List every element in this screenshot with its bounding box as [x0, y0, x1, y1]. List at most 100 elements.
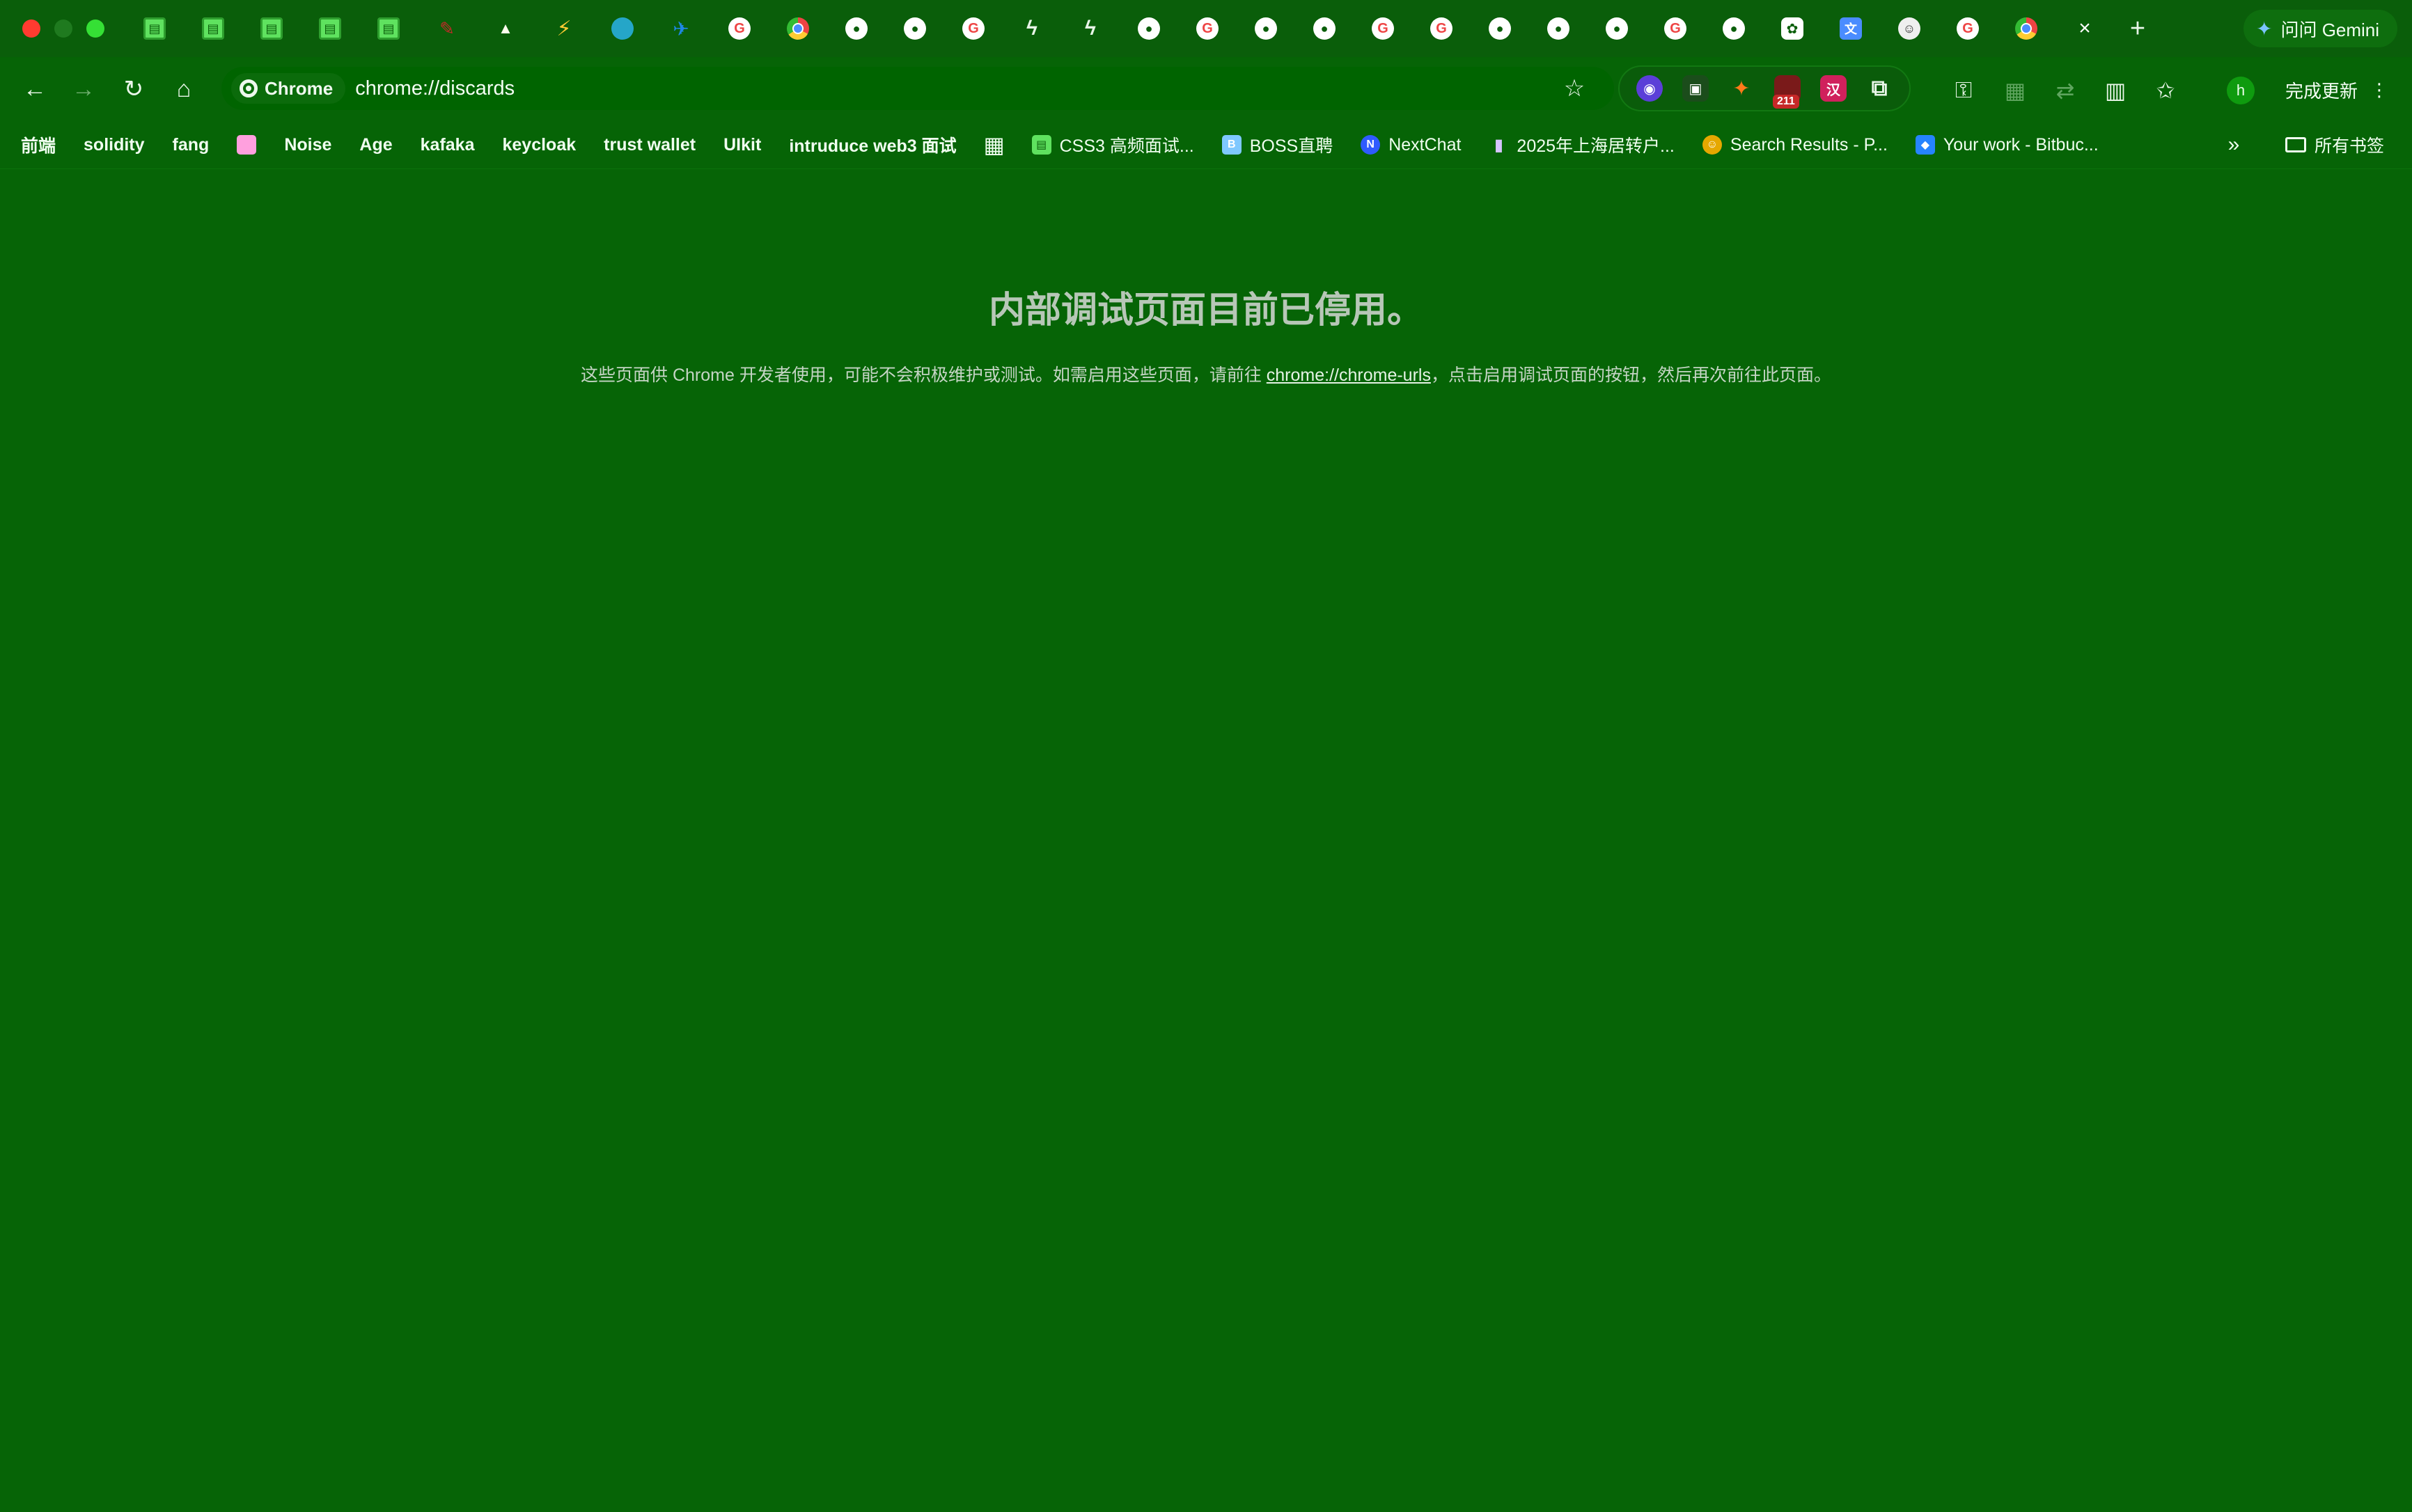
home-button[interactable]: ⌂: [166, 71, 202, 107]
bookmark-star-button[interactable]: ☆: [1554, 68, 1595, 109]
tab-32[interactable]: G: [1939, 13, 1997, 45]
openai-icon: ✿: [1781, 17, 1803, 40]
tab-14[interactable]: ●: [886, 13, 944, 45]
fox-extension-icon[interactable]: ✦: [1728, 75, 1755, 102]
tab-22[interactable]: G: [1354, 13, 1412, 45]
tab-8[interactable]: ⚡: [535, 13, 593, 45]
bookmark-item-7[interactable]: kafaka: [407, 128, 489, 162]
bookmark-item-10[interactable]: UIkit: [710, 128, 775, 162]
github-icon: ●: [1489, 17, 1511, 40]
tab-24[interactable]: ●: [1471, 13, 1529, 45]
tab-20[interactable]: ●: [1237, 13, 1295, 45]
forward-button[interactable]: →: [65, 71, 102, 107]
side-panel-icon[interactable]: ▥: [2096, 71, 2135, 110]
tab-4[interactable]: ▤: [301, 13, 359, 45]
tab-9[interactable]: [593, 13, 652, 45]
bookmark-item-4[interactable]: [223, 128, 270, 162]
tab-13[interactable]: ●: [827, 13, 886, 45]
tab-15[interactable]: G: [944, 13, 1003, 45]
bookmark-label: Noise: [284, 134, 332, 155]
tab-33[interactable]: [1997, 13, 2055, 45]
bookmark-label: 2025年上海居转户...: [1517, 136, 1675, 156]
bookmark-item-12[interactable]: ▦: [971, 128, 1018, 162]
translate-extension-icon[interactable]: 汉: [1820, 75, 1847, 102]
more-menu-icon[interactable]: ⋮: [2370, 79, 2388, 101]
tab-16[interactable]: ϟ: [1003, 13, 1061, 45]
profile-avatar[interactable]: h: [2227, 77, 2255, 104]
google-icon: G: [1430, 17, 1452, 40]
tab-7[interactable]: ▲: [476, 13, 535, 45]
tab-25[interactable]: ●: [1529, 13, 1588, 45]
tab-26[interactable]: ●: [1588, 13, 1646, 45]
bookmark-item-1[interactable]: 前端: [7, 128, 70, 162]
site-info-chip[interactable]: Chrome: [231, 73, 346, 104]
bookmark-item-3[interactable]: fang: [159, 128, 224, 162]
password-key-icon[interactable]: ⚿: [1944, 71, 1983, 110]
back-button[interactable]: ←: [17, 71, 53, 107]
tab-6[interactable]: ✎: [418, 13, 476, 45]
reading-list-icon[interactable]: ✩: [2146, 71, 2185, 110]
extension-badge-count: 211: [1773, 95, 1799, 109]
bookmark-list: 前端 solidity fang Noise Age kafaka keycloak trus…: [7, 125, 2113, 164]
url-text[interactable]: chrome://discards: [355, 77, 515, 100]
bookmark-item-14[interactable]: B BOSS直聘: [1208, 128, 1347, 162]
github-icon: ●: [1606, 17, 1628, 40]
chrome-urls-link[interactable]: chrome://chrome-urls: [1267, 365, 1431, 385]
reload-icon: ↻: [123, 76, 144, 102]
tab-31[interactable]: ☺: [1880, 13, 1939, 45]
tab-5[interactable]: ▤: [359, 13, 418, 45]
bookmark-item-5[interactable]: Noise: [270, 128, 345, 162]
close-window-button[interactable]: [22, 19, 40, 38]
address-bar[interactable]: Chrome chrome://discards: [221, 67, 1614, 110]
bookmark-item-11[interactable]: intruduce web3 面试: [775, 128, 970, 162]
tab-10[interactable]: ✈: [652, 13, 710, 45]
ask-gemini-button[interactable]: ✦ 问问 Gemini: [2243, 10, 2398, 47]
bookmark-label: solidity: [84, 134, 145, 155]
tab-18[interactable]: ●: [1120, 13, 1178, 45]
tab-12[interactable]: [769, 13, 827, 45]
bookmark-item-15[interactable]: N NextChat: [1347, 128, 1475, 162]
bookmark-item-6[interactable]: Age: [345, 128, 406, 162]
page-description: 这些页面供 Chrome 开发者使用，可能不会积极维护或测试。如需启用这些页面，…: [0, 361, 2412, 386]
minimize-window-button[interactable]: [54, 19, 72, 38]
bookmark-item-13[interactable]: ▤ CSS3 高频面试...: [1018, 128, 1208, 162]
bookmark-item-8[interactable]: keycloak: [489, 128, 590, 162]
all-bookmarks-button[interactable]: 所有书签: [2285, 128, 2384, 162]
tab-19[interactable]: G: [1178, 13, 1237, 45]
bookmark-item-9[interactable]: trust wallet: [590, 128, 710, 162]
maximize-window-button[interactable]: [86, 19, 104, 38]
reload-button[interactable]: ↻: [116, 71, 152, 107]
github-icon: ●: [845, 17, 868, 40]
google-icon: G: [1372, 17, 1394, 40]
toolbar: ← → ↻ ⌂ Chrome chrome://discards ☆ ◉ ▣ ✦…: [0, 57, 2412, 121]
bookmark-label: UIkit: [723, 134, 762, 155]
extension-badge-icon[interactable]: 211: [1773, 75, 1801, 109]
tab-3[interactable]: ▤: [242, 13, 301, 45]
tab-21[interactable]: ●: [1295, 13, 1354, 45]
folder-icon: [2285, 137, 2306, 152]
tab-28[interactable]: ●: [1705, 13, 1763, 45]
bookmark-item-17[interactable]: ☺ Search Results - P...: [1689, 128, 1902, 162]
tab-2[interactable]: ▤: [184, 13, 242, 45]
new-tab-button[interactable]: +: [2118, 13, 2157, 45]
tab-17[interactable]: ϟ: [1061, 13, 1120, 45]
finish-update-button[interactable]: 完成更新 ⋮: [2271, 71, 2402, 109]
qr-code-icon[interactable]: ▦: [1996, 71, 2035, 110]
github-icon: ●: [1313, 17, 1336, 40]
tab-1[interactable]: ▤: [125, 13, 184, 45]
translate-page-icon[interactable]: ⇄: [2046, 71, 2085, 110]
extensions-puzzle-icon[interactable]: ⧉: [1866, 75, 1893, 102]
extension-2-icon[interactable]: ▣: [1682, 75, 1709, 102]
tab-11[interactable]: G: [710, 13, 769, 45]
tab-30[interactable]: 文: [1822, 13, 1880, 45]
bookmark-item-16[interactable]: ▮ 2025年上海居转户...: [1475, 128, 1688, 162]
active-tab-close-button[interactable]: ×: [2055, 13, 2114, 45]
tab-29[interactable]: ✿: [1763, 13, 1822, 45]
more-bookmarks-button[interactable]: »: [2214, 128, 2253, 162]
bookmark-label: trust wallet: [604, 134, 696, 155]
tab-23[interactable]: G: [1412, 13, 1471, 45]
bookmark-item-2[interactable]: solidity: [70, 128, 159, 162]
tab-27[interactable]: G: [1646, 13, 1705, 45]
bookmark-item-18[interactable]: ◆ Your work - Bitbuc...: [1902, 128, 2113, 162]
extension-1-icon[interactable]: ◉: [1636, 75, 1663, 102]
